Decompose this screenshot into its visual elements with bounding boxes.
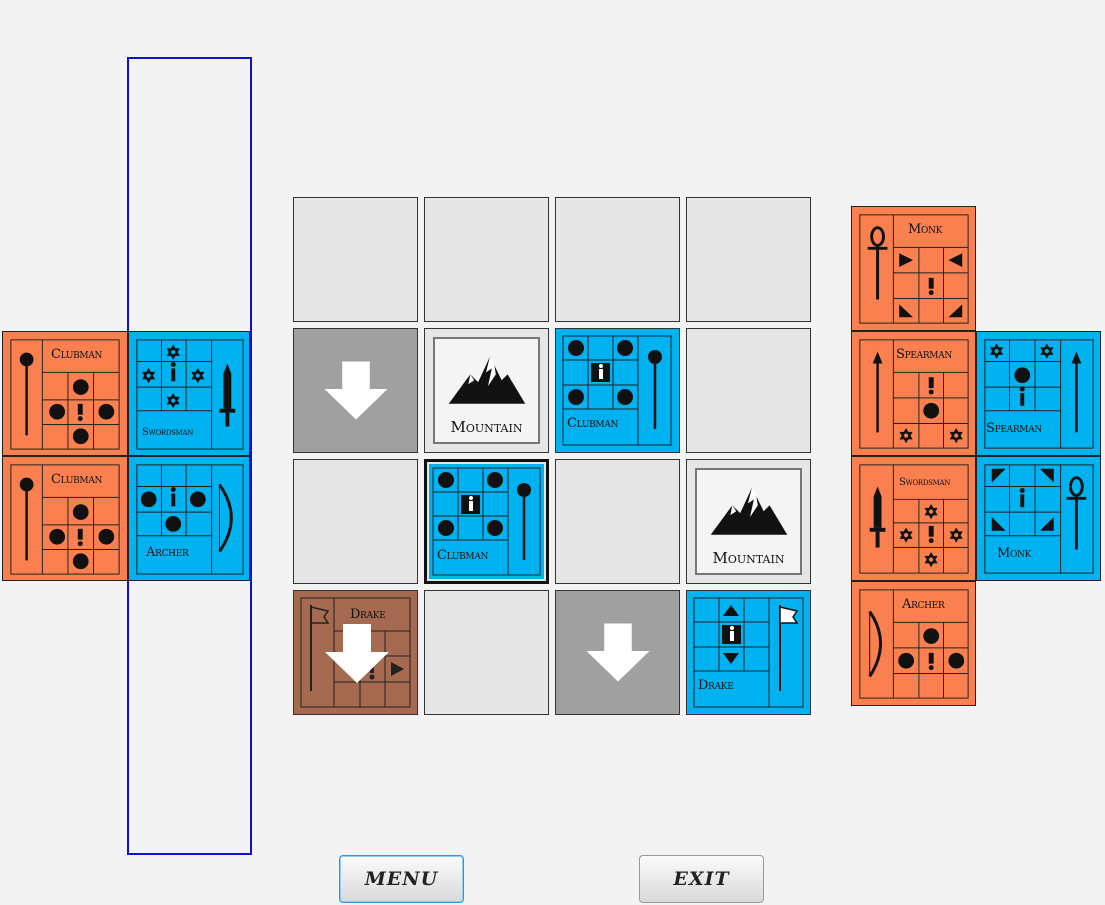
board-cell[interactable] (686, 197, 811, 322)
mountain-tile: Mountain (433, 337, 540, 444)
tile-name: Swordsman (142, 427, 194, 438)
tile-name: Drake (698, 678, 734, 693)
svg-text:✡: ✡ (924, 503, 939, 523)
tile-name: Archer (146, 545, 189, 560)
board-cell-move-target[interactable] (555, 590, 680, 715)
bow-icon (136, 464, 244, 575)
tile-name: Clubman (567, 416, 619, 431)
svg-text:✡: ✡ (899, 527, 914, 547)
exit-button[interactable]: EXIT (639, 855, 764, 903)
tile-spearman-blue[interactable]: ✡ ✡ Spearman (976, 331, 1101, 456)
tile-archer-orange[interactable]: Archer (851, 581, 976, 706)
tile-name: Clubman (437, 548, 489, 563)
board-cell-piece[interactable]: Clubman (555, 328, 680, 453)
tile-name: Mountain (450, 418, 523, 436)
flag-icon (693, 597, 804, 708)
tile-name: Swordsman (899, 477, 951, 488)
tile-monk-orange[interactable]: Monk (851, 206, 976, 331)
svg-text:✡: ✡ (166, 344, 181, 364)
tile-name: Monk (908, 222, 943, 237)
tile-name: Monk (997, 546, 1032, 561)
board-cell-move-target[interactable] (293, 328, 418, 453)
tile-name: Archer (902, 597, 945, 612)
svg-text:✡: ✡ (899, 427, 914, 447)
mountain-tile: Mountain (695, 468, 802, 575)
menu-button[interactable]: MENU (339, 855, 464, 903)
svg-text:✡: ✡ (949, 427, 964, 447)
tile-drake-blue[interactable]: Drake (687, 591, 810, 714)
sword-icon: ✡ ✡ ✡ ✡ (859, 464, 969, 574)
tile-monk-blue[interactable]: Monk (976, 456, 1101, 581)
tile-name: Clubman (51, 347, 103, 362)
board-cell[interactable] (424, 197, 549, 322)
tile-clubman-blue[interactable]: Clubman (429, 464, 544, 579)
tile-drake-brown[interactable]: Drake (294, 591, 417, 714)
spear-icon: ✡ ✡ (984, 339, 1094, 449)
board-cell[interactable] (293, 459, 418, 584)
svg-text:✡: ✡ (949, 527, 964, 547)
svg-text:✡: ✡ (190, 367, 205, 387)
tile-name: Drake (350, 607, 386, 622)
tile-clubman-blue[interactable]: Clubman (556, 329, 679, 452)
tile-name: Clubman (51, 472, 103, 487)
svg-text:✡: ✡ (1039, 343, 1054, 363)
board-cell[interactable] (293, 197, 418, 322)
tile-spearman-orange[interactable]: ✡ ✡ Spearman (851, 331, 976, 456)
tile-swordsman-blue[interactable]: ✡ ✡ ✡ ✡ Swordsman (128, 331, 250, 456)
tile-clubman-orange[interactable]: Clubman (2, 456, 128, 581)
svg-text:✡: ✡ (924, 551, 939, 571)
tile-archer-blue[interactable]: Archer (128, 456, 250, 581)
mace-icon (562, 335, 672, 446)
svg-text:✡: ✡ (166, 392, 181, 412)
board-cell-piece[interactable]: Drake (686, 590, 811, 715)
board-cell-selected[interactable]: Clubman (424, 459, 549, 584)
svg-text:✡: ✡ (141, 367, 156, 387)
svg-text:✡: ✡ (989, 343, 1004, 363)
tile-name: Spearman (986, 421, 1042, 436)
ankh-icon (984, 464, 1094, 574)
board-cell[interactable] (555, 197, 680, 322)
tile-name: Mountain (712, 549, 785, 567)
board-cell[interactable] (555, 459, 680, 584)
board-cell[interactable] (424, 590, 549, 715)
arrow-down-icon (324, 361, 388, 420)
arrow-down-icon (586, 623, 650, 682)
board-cell-mountain[interactable]: Mountain (686, 459, 811, 584)
tile-name: Spearman (896, 347, 952, 362)
arrow-down-icon (325, 624, 389, 683)
tile-clubman-orange[interactable]: Clubman (2, 331, 128, 456)
tile-swordsman-orange[interactable]: ✡ ✡ ✡ ✡ Swordsman (851, 456, 976, 581)
board-cell-mountain[interactable]: Mountain (424, 328, 549, 453)
board-cell[interactable] (686, 328, 811, 453)
board-cell-move-target[interactable]: Drake (293, 590, 418, 715)
